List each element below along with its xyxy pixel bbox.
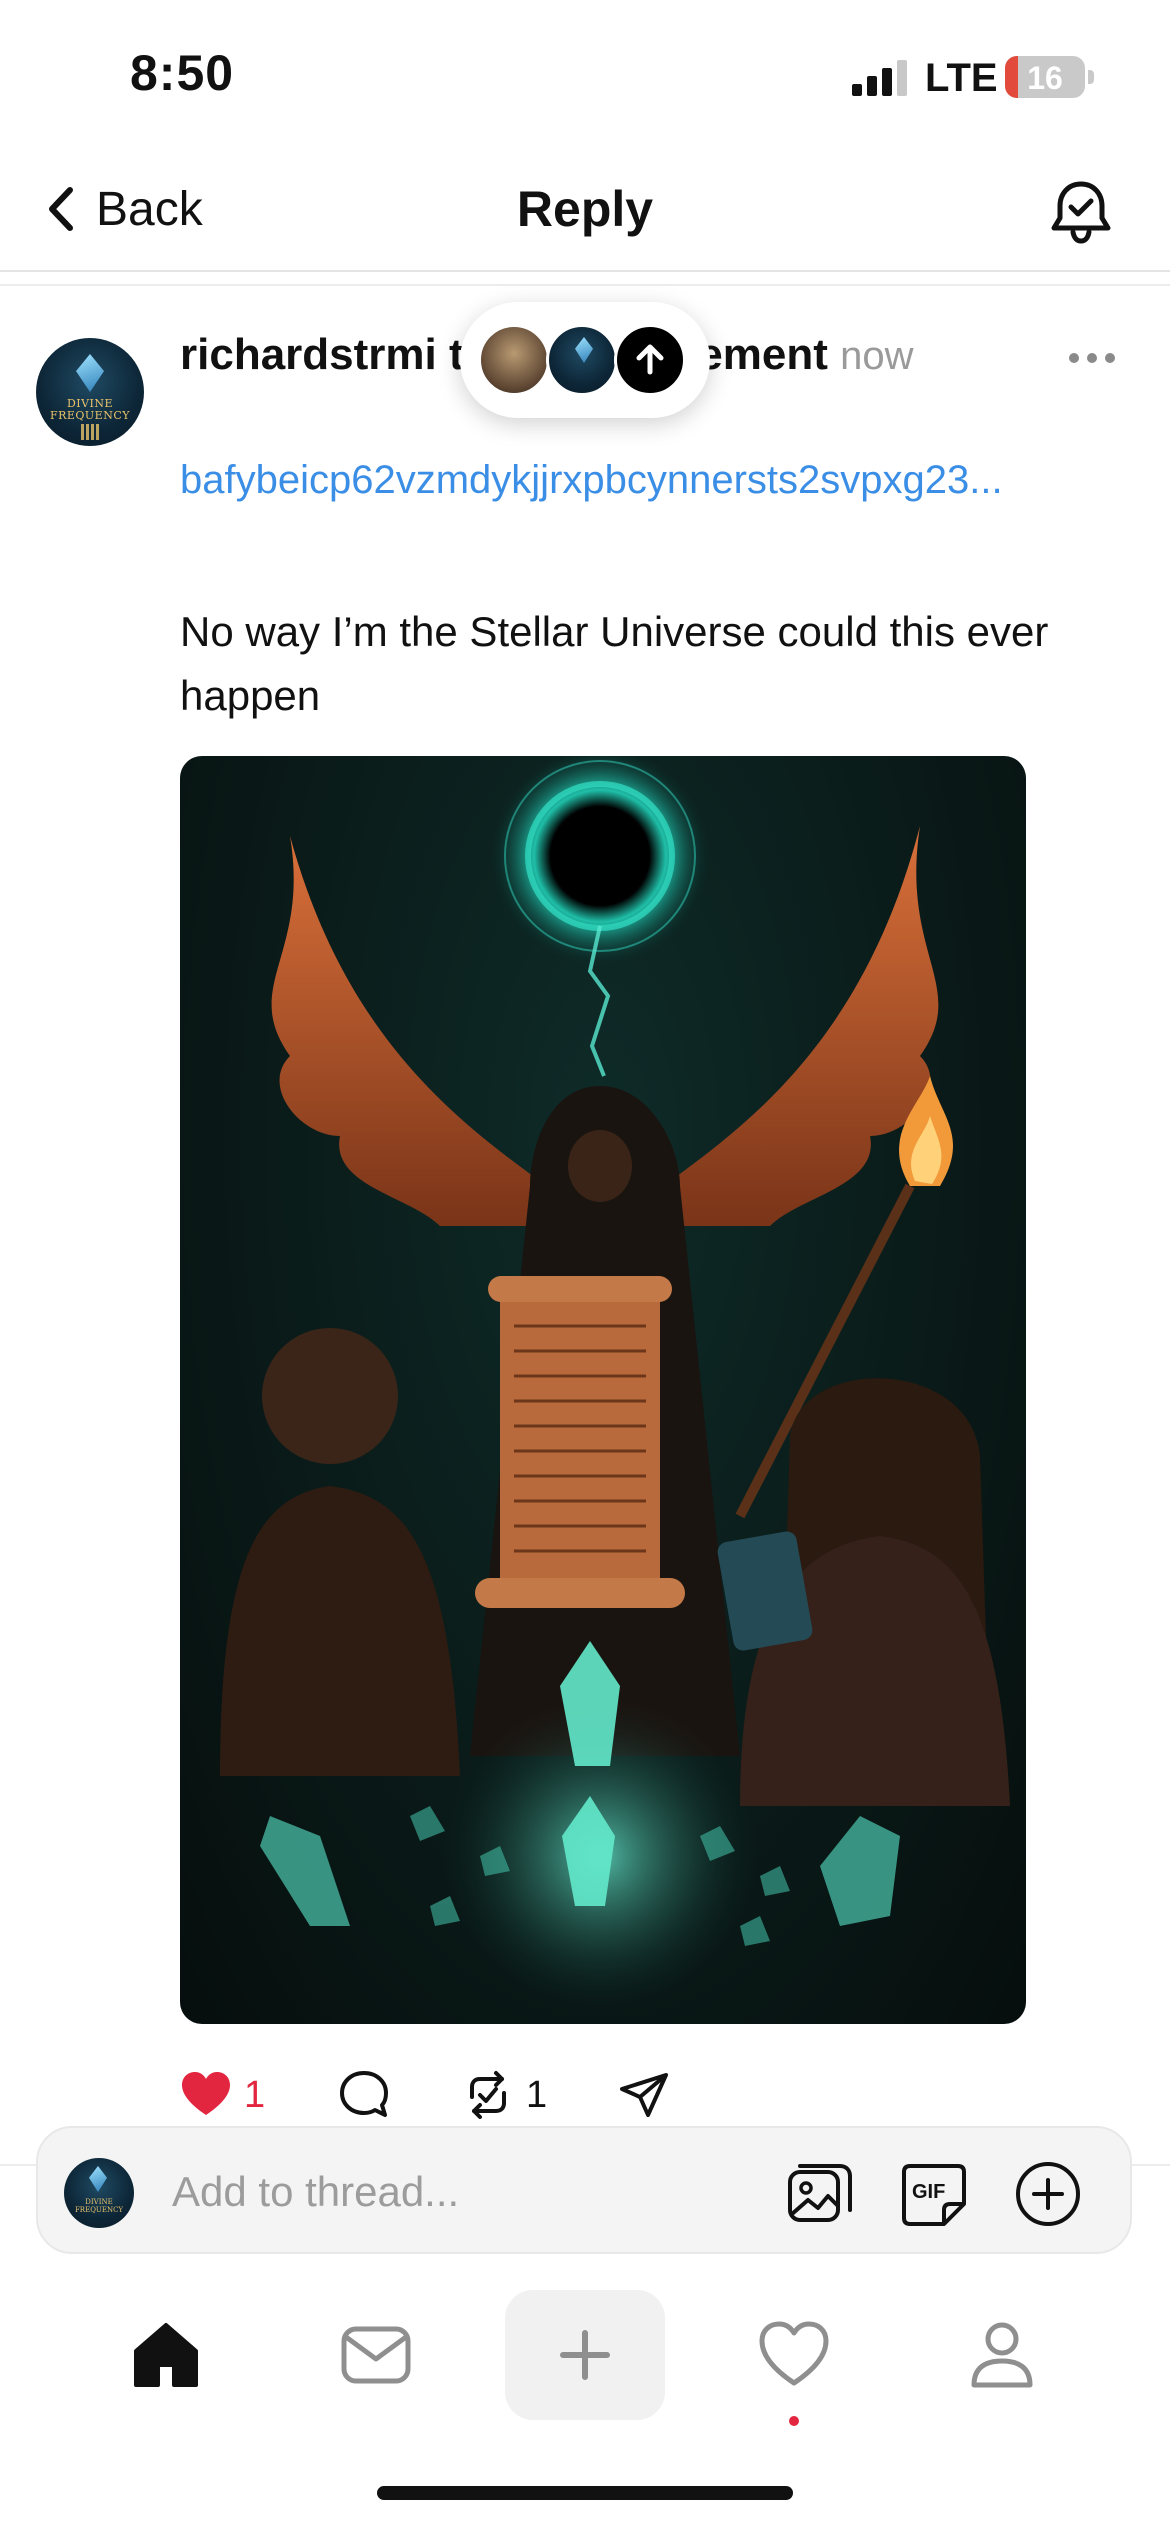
header-divider [0, 284, 1170, 286]
tab-profile[interactable] [922, 2290, 1082, 2420]
post-actions: 1 1 [178, 2060, 738, 2130]
home-icon [134, 2323, 198, 2387]
tab-create[interactable] [505, 2290, 665, 2420]
participant-avatar [478, 324, 550, 396]
participant-avatar [546, 324, 618, 396]
gif-label: GIF [912, 2181, 945, 2203]
person-icon [971, 2322, 1033, 2388]
battery-icon: 16 [1005, 56, 1085, 98]
inbox-icon [341, 2326, 411, 2384]
heart-icon [759, 2321, 829, 2386]
like-count: 1 [244, 2073, 266, 2116]
attach-image-button[interactable] [784, 2158, 856, 2230]
home-indicator [377, 2486, 793, 2500]
activity-notification-dot [789, 2416, 799, 2426]
status-bar: 8:50 LTE 16 [0, 0, 1170, 150]
tab-activity[interactable] [714, 2290, 874, 2426]
signal-strength-icon [852, 60, 912, 96]
post-time: now [840, 334, 914, 378]
battery-level: 16 [1027, 60, 1063, 96]
qr-code-icon [81, 424, 99, 440]
artwork-image [220, 756, 1010, 2016]
crystal-icon [76, 354, 104, 392]
arrow-up-icon [636, 344, 664, 375]
avatar-text: DIVINE FREQUENCY [49, 397, 131, 422]
bell-check-icon [1051, 181, 1111, 244]
notification-bell-button[interactable] [1044, 174, 1118, 248]
send-icon [620, 2073, 668, 2117]
battery-nub [1088, 70, 1094, 84]
page-title: Reply [516, 181, 654, 237]
reply-composer: DIVINE FREQUENCY GIF [36, 2126, 1132, 2254]
post-link[interactable]: bafybeicp62vzmdykjjrxpbcynnersts2svpxg23… [180, 448, 1140, 512]
like-button[interactable]: 1 [178, 2060, 265, 2130]
repost-check-icon [470, 2071, 506, 2119]
tab-messages[interactable] [296, 2290, 456, 2420]
gif-button[interactable]: GIF [898, 2158, 970, 2230]
crystal-icon [89, 2166, 107, 2192]
gallery-icon [788, 2164, 852, 2222]
more-options-button[interactable] [1062, 338, 1122, 378]
reply-input[interactable] [172, 2164, 792, 2220]
share-button[interactable] [616, 2060, 672, 2130]
tab-home[interactable] [86, 2290, 246, 2420]
comment-icon [340, 2071, 388, 2117]
plus-circle-icon [1016, 2162, 1080, 2226]
plus-icon [560, 2330, 610, 2380]
status-time: 8:50 [130, 45, 235, 101]
more-horizontal-icon [1069, 353, 1079, 363]
gif-icon: GIF [902, 2164, 966, 2226]
thread-participants-pill[interactable] [460, 302, 710, 418]
tab-bar [0, 2290, 1170, 2440]
repost-count: 1 [526, 2073, 548, 2116]
scroll-up-button[interactable] [614, 324, 686, 396]
nav-header: Back Reply [0, 150, 1170, 272]
add-thread-button[interactable] [1012, 2158, 1084, 2230]
my-avatar: DIVINE FREQUENCY [64, 2158, 134, 2228]
author-avatar[interactable]: DIVINE FREQUENCY [36, 338, 144, 446]
comment-button[interactable] [336, 2060, 392, 2130]
post-image[interactable] [180, 756, 1026, 2024]
post-text: No way I’m the Stellar Universe could th… [180, 608, 1049, 719]
heart-filled-icon [182, 2072, 230, 2115]
network-type: LTE [925, 56, 998, 100]
repost-button[interactable]: 1 [460, 2060, 547, 2130]
